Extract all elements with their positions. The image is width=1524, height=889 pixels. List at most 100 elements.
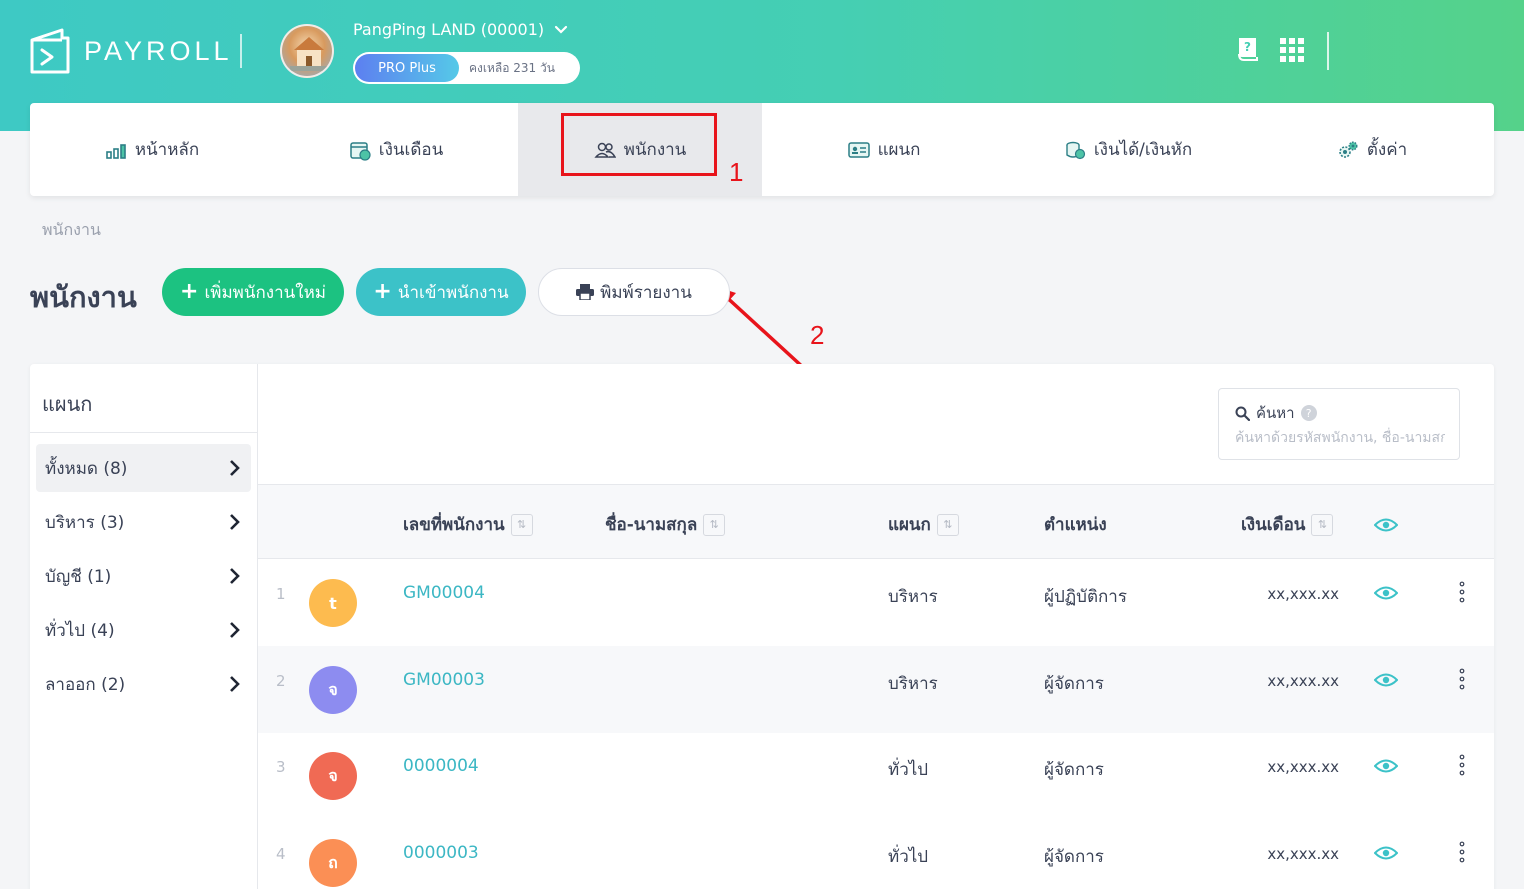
chevron-right-icon (230, 676, 240, 692)
sidebar-divider (30, 432, 258, 433)
avatar: t (309, 579, 357, 627)
add-employee-button[interactable]: + เพิ่มพนักงานใหม่ (162, 268, 344, 316)
main-nav: หน้าหลัก เงินเดือน พนักงาน แผนก เงินได้/… (30, 103, 1494, 196)
position-cell: ผู้จัดการ (1044, 760, 1104, 780)
sidebar-item-accounting[interactable]: บัญชี (1) (36, 552, 251, 600)
table-row[interactable]: 3 จ 0000004 ทั่วไป ผู้จัดการ xx,xxx.xx (258, 732, 1494, 819)
table-row[interactable]: 2 จ GM00003 บริหาร ผู้จัดการ xx,xxx.xx (258, 646, 1494, 733)
column-header-salary[interactable]: เงินเดือน ⇅ (1241, 511, 1334, 538)
nav-item-home[interactable]: หน้าหลัก (30, 103, 274, 196)
id-card-icon (847, 141, 870, 158)
column-header-name[interactable]: ชื่อ-นามสกุล ⇅ (605, 511, 726, 538)
eye-icon[interactable] (1374, 585, 1398, 601)
annotation-number-1: 1 (729, 157, 744, 187)
row-index: 3 (276, 758, 286, 776)
row-index: 4 (276, 845, 286, 863)
column-header-label: ตำแหน่ง (1044, 515, 1107, 535)
company-name: PangPing LAND (00001) (353, 20, 545, 39)
plan-remaining-days: คงเหลือ 231 วัน (469, 60, 555, 75)
salary-cell: xx,xxx.xx (1267, 758, 1339, 776)
sidebar-item-all[interactable]: ทั้งหมด (8) (36, 444, 251, 492)
nav-label: แผนก (877, 140, 921, 160)
nav-item-settings[interactable]: ตั้งค่า (1250, 103, 1494, 196)
nav-label: ตั้งค่า (1366, 140, 1408, 160)
apps-grid-icon[interactable] (1280, 37, 1304, 63)
search-input[interactable] (1235, 427, 1445, 449)
sidebar-item-management[interactable]: บริหาร (3) (36, 498, 251, 546)
payroll-logo-icon (30, 28, 70, 74)
printer-icon (576, 284, 595, 300)
department-cell: บริหาร (888, 587, 938, 607)
column-header-dept[interactable]: แผนก ⇅ (888, 511, 959, 538)
help-icon[interactable]: ? (1300, 405, 1317, 421)
print-report-button[interactable]: พิมพ์รายงาน (538, 268, 730, 316)
nav-label: เงินได้/เงินหัก (1093, 140, 1193, 160)
import-employee-label: นำเข้าพนักงาน (397, 282, 509, 303)
position-cell: ผู้จัดการ (1044, 847, 1104, 867)
print-report-label: พิมพ์รายงาน (600, 282, 692, 303)
annotation-highlight-box (561, 113, 717, 176)
more-options-icon[interactable] (1459, 581, 1465, 603)
sidebar-title: แผนก (42, 392, 93, 416)
column-header-label: เลขที่พนักงาน (403, 515, 505, 535)
page-title: พนักงาน (30, 280, 137, 314)
search-box: ค้นหา ? (1218, 388, 1460, 460)
more-options-icon[interactable] (1459, 841, 1465, 863)
breadcrumb[interactable]: พนักงาน (42, 218, 101, 243)
search-label: ค้นหา (1256, 404, 1295, 422)
eye-icon[interactable] (1374, 672, 1398, 688)
eye-icon[interactable] (1374, 758, 1398, 774)
employee-code-link[interactable]: GM00003 (403, 670, 485, 690)
table-row[interactable]: 1 t GM00004 บริหาร ผู้ปฏิบัติการ xx,xxx.… (258, 559, 1494, 646)
sidebar-item-resigned[interactable]: ลาออก (2) (36, 660, 251, 708)
column-header-label: แผนก (888, 515, 931, 535)
employee-code-link[interactable]: GM00004 (403, 583, 485, 603)
sort-icon[interactable]: ⇅ (936, 513, 959, 536)
help-book-icon[interactable]: ? (1236, 36, 1260, 62)
employee-code-link[interactable]: 0000004 (403, 756, 479, 776)
plus-icon: + (180, 279, 199, 304)
eye-icon[interactable] (1374, 845, 1398, 861)
company-selector[interactable]: PangPing LAND (00001) (353, 20, 568, 39)
nav-item-department[interactable]: แผนก (762, 103, 1006, 196)
department-cell: ทั่วไป (888, 847, 929, 867)
company-avatar[interactable] (280, 24, 334, 78)
nav-item-salary[interactable]: เงินเดือน (274, 103, 518, 196)
column-header-code[interactable]: เลขที่พนักงาน ⇅ (403, 511, 533, 538)
department-cell: บริหาร (888, 674, 938, 694)
calendar-money-icon (350, 141, 371, 161)
salary-cell: xx,xxx.xx (1267, 672, 1339, 690)
house-image-icon (290, 37, 328, 71)
employee-code-link[interactable]: 0000003 (403, 843, 479, 863)
sort-icon[interactable]: ⇅ (510, 513, 533, 536)
chevron-right-icon (230, 514, 240, 530)
plan-status-pill[interactable]: PRO Plus คงเหลือ 231 วัน (353, 52, 580, 84)
more-options-icon[interactable] (1459, 754, 1465, 776)
sidebar-item-general[interactable]: ทั่วไป (4) (36, 606, 251, 654)
header-divider (240, 34, 242, 68)
more-options-icon[interactable] (1459, 668, 1465, 690)
coins-icon (1066, 141, 1085, 159)
department-cell: ทั่วไป (888, 760, 929, 780)
sidebar-item-label: ทั้งหมด (8) (45, 458, 128, 479)
bar-chart-icon (106, 143, 126, 159)
department-sidebar: แผนก ทั้งหมด (8) บริหาร (3) บัญชี (1) ทั… (30, 364, 258, 889)
nav-label: เงินเดือน (378, 140, 444, 160)
eye-icon[interactable] (1374, 517, 1398, 533)
sidebar-item-label: ทั่วไป (4) (45, 620, 115, 641)
position-cell: ผู้จัดการ (1044, 674, 1104, 694)
table-row[interactable]: 4 ถ 0000003 ทั่วไป ผู้จัดการ xx,xxx.xx (258, 819, 1494, 889)
annotation-number-2: 2 (810, 320, 825, 350)
nav-label: หน้าหลัก (134, 140, 200, 160)
position-cell: ผู้ปฏิบัติการ (1044, 587, 1127, 607)
sort-icon[interactable]: ⇅ (1311, 513, 1334, 536)
salary-cell: xx,xxx.xx (1267, 845, 1339, 863)
payroll-logo[interactable]: PAYROLL (28, 26, 233, 76)
row-index: 1 (276, 585, 286, 603)
import-employee-button[interactable]: + นำเข้าพนักงาน (356, 268, 526, 316)
nav-item-income-deduction[interactable]: เงินได้/เงินหัก (1006, 103, 1250, 196)
search-label-row: ค้นหา ? (1235, 401, 1317, 425)
search-icon (1235, 406, 1250, 421)
sort-icon[interactable]: ⇅ (703, 513, 726, 536)
chevron-right-icon (230, 460, 240, 476)
